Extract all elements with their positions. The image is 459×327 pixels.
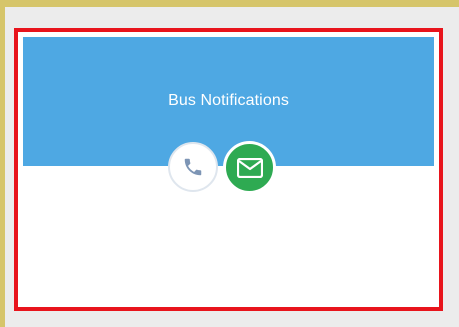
email-button[interactable] [223,141,276,194]
card-header: Bus Notifications [23,37,434,166]
card-title: Bus Notifications [168,92,289,109]
phone-icon [182,156,204,178]
envelope-icon [236,157,263,178]
bus-notifications-card: Bus Notifications [14,28,443,311]
card-body [23,166,434,302]
window-frame-top [0,0,459,7]
phone-button[interactable] [168,142,218,192]
card-content: Bus Notifications [23,37,434,302]
